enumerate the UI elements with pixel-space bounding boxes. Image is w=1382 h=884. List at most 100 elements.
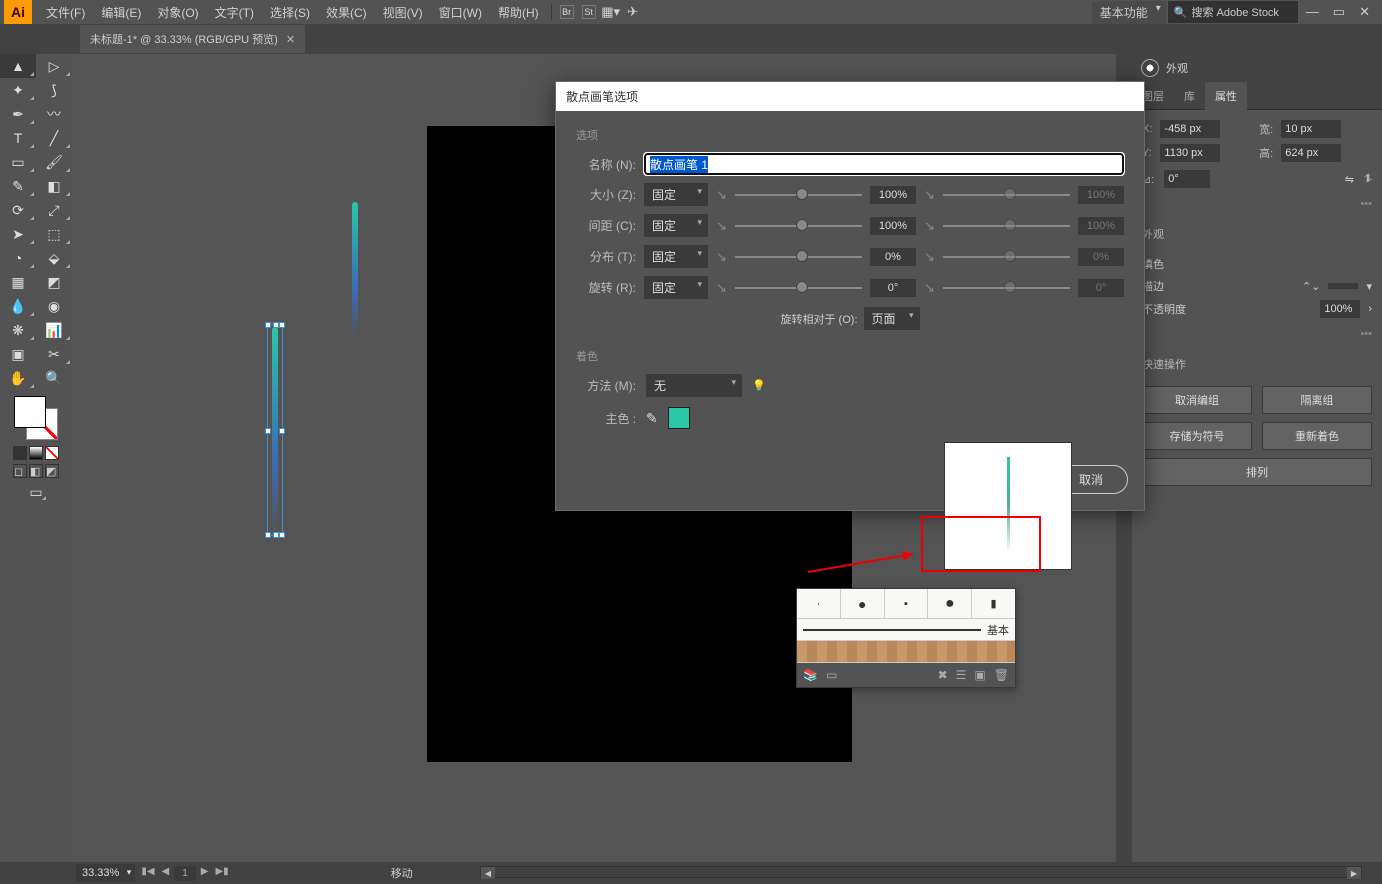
width-tool[interactable]: ➤ <box>0 222 36 246</box>
brush-library-menu-icon[interactable]: ▭ <box>826 668 837 682</box>
menu-object[interactable]: 对象(O) <box>149 1 206 24</box>
type-tool[interactable]: T <box>0 126 36 150</box>
method-dropdown[interactable]: 无 <box>646 374 742 397</box>
y-input[interactable]: 1130 px <box>1160 144 1220 162</box>
rotate-relative-dropdown[interactable]: 页面 <box>864 307 920 330</box>
stock-icon[interactable]: St <box>578 3 600 21</box>
artboard-number[interactable]: 1 <box>174 866 196 881</box>
gradient-mode-icon[interactable] <box>29 446 43 460</box>
isolate-button[interactable]: 隔离组 <box>1262 386 1372 414</box>
draw-normal-icon[interactable]: ◻ <box>13 464 27 478</box>
opacity-input[interactable]: 100% <box>1320 300 1360 318</box>
scroll-left-button[interactable]: ◀ <box>481 867 495 879</box>
document-tab[interactable]: 未标题-1* @ 33.33% (RGB/GPU 预览) ✕ <box>80 25 305 53</box>
graph-tool[interactable]: 📊 <box>36 318 72 342</box>
rotation-value-input[interactable]: 0° <box>870 279 916 297</box>
horizontal-scrollbar[interactable]: ◀ ▶ <box>480 866 1362 880</box>
fill-stroke-swatch[interactable] <box>12 394 60 442</box>
recolor-button[interactable]: 重新着色 <box>1262 422 1372 450</box>
line-tool[interactable]: ╱ <box>36 126 72 150</box>
size-mode-dropdown[interactable]: 固定 <box>644 183 708 206</box>
workspace-dropdown[interactable]: 基本功能 <box>1092 1 1166 24</box>
draw-behind-icon[interactable]: ◧ <box>29 464 43 478</box>
blend-tool[interactable]: ◉ <box>36 294 72 318</box>
prev-artboard-icon[interactable]: ◀ <box>160 866 172 881</box>
color-mode-icon[interactable] <box>13 446 27 460</box>
spacing-slider[interactable] <box>796 219 808 231</box>
spacing-value-input[interactable]: 100% <box>870 217 916 235</box>
ungroup-button[interactable]: 取消编组 <box>1142 386 1252 414</box>
brush-name-input[interactable] <box>644 153 1124 175</box>
more-options-icon-2[interactable]: ••• <box>1142 328 1372 340</box>
rotate-tool[interactable]: ⟳ <box>0 198 36 222</box>
appearance-panel-header[interactable]: 外观 <box>1132 54 1382 82</box>
x-input[interactable]: -458 px <box>1160 120 1220 138</box>
zoom-dropdown[interactable]: 33.33% <box>76 864 135 882</box>
eyedropper-tool[interactable]: 💧 <box>0 294 36 318</box>
stroke-width-input[interactable] <box>1328 283 1358 289</box>
menu-window[interactable]: 窗口(W) <box>431 1 490 24</box>
free-transform-tool[interactable]: ⬚ <box>36 222 72 246</box>
zoom-tool[interactable]: 🔍 <box>36 366 72 390</box>
save-symbol-button[interactable]: 存储为符号 <box>1142 422 1252 450</box>
fill-swatch[interactable] <box>14 396 46 428</box>
minimize-button[interactable]: ― <box>1306 4 1319 20</box>
bridge-icon[interactable]: Br <box>556 3 578 21</box>
magic-wand-tool[interactable]: ✦ <box>0 78 36 102</box>
shaper-tool[interactable]: ✎ <box>0 174 36 198</box>
gpu-icon[interactable]: ✈ <box>622 3 644 21</box>
perspective-tool[interactable]: ⬙ <box>36 246 72 270</box>
close-tab-icon[interactable]: ✕ <box>286 33 295 46</box>
rotation-slider[interactable] <box>796 281 808 293</box>
size-value-input[interactable]: 100% <box>870 186 916 204</box>
scatter-slider[interactable] <box>796 250 808 262</box>
menu-effect[interactable]: 效果(C) <box>318 1 375 24</box>
lasso-tool[interactable]: ⟆ <box>36 78 72 102</box>
restore-button[interactable]: ▭ <box>1333 4 1345 20</box>
stroke-stepper[interactable]: ⌃⌄ <box>1302 280 1320 293</box>
eyedropper-icon[interactable]: ✎ <box>646 410 658 427</box>
delete-brush-icon[interactable]: 🗑 <box>994 668 1009 682</box>
search-stock-input[interactable]: 🔍搜索 Adobe Stock <box>1168 1 1298 23</box>
slice-tool[interactable]: ✂ <box>36 342 72 366</box>
arrange-button[interactable]: 排列 <box>1142 458 1372 486</box>
rotation-mode-dropdown[interactable]: 固定 <box>644 276 708 299</box>
stroke-dd-icon[interactable]: ▾ <box>1366 280 1372 293</box>
h-input[interactable]: 624 px <box>1281 144 1341 162</box>
angle-input[interactable]: 0° <box>1164 170 1210 188</box>
screen-mode-icon[interactable]: ▭ <box>24 482 48 502</box>
menu-edit[interactable]: 编辑(E) <box>93 1 149 24</box>
menu-type[interactable]: 文字(T) <box>207 1 262 24</box>
size-slider[interactable] <box>796 188 808 200</box>
draw-inside-icon[interactable]: ◩ <box>45 464 59 478</box>
none-mode-icon[interactable] <box>45 446 59 460</box>
scale-tool[interactable]: ⤢ <box>36 198 72 222</box>
artboard-tool[interactable]: ▣ <box>0 342 36 366</box>
tab-properties[interactable]: 属性 <box>1205 82 1247 110</box>
new-brush-icon[interactable]: ▣ <box>974 668 985 682</box>
symbol-spray-tool[interactable]: ❋ <box>0 318 36 342</box>
arrange-doc-icon[interactable]: ▦▾ <box>600 3 622 21</box>
scroll-right-button[interactable]: ▶ <box>1347 867 1361 879</box>
gradient-tool[interactable]: ◩ <box>36 270 72 294</box>
last-artboard-icon[interactable]: ▶▮ <box>213 866 230 881</box>
opacity-dd-icon[interactable]: › <box>1368 303 1372 315</box>
key-color-swatch[interactable] <box>668 407 690 429</box>
close-button[interactable]: ✕ <box>1359 4 1370 20</box>
tip-icon[interactable]: 💡 <box>752 379 766 392</box>
hand-tool[interactable]: ✋ <box>0 366 36 390</box>
more-options-icon[interactable]: ••• <box>1142 198 1372 210</box>
shape-builder-tool[interactable]: ◔ <box>0 246 36 270</box>
first-artboard-icon[interactable]: ▮◀ <box>139 866 156 881</box>
flip-v-icon[interactable]: ⥮ <box>1364 173 1372 186</box>
brush-basic-row[interactable]: 基本 <box>797 619 1015 641</box>
pen-tool[interactable]: ✒ <box>0 102 36 126</box>
mesh-tool[interactable]: ▦ <box>0 270 36 294</box>
rectangle-tool[interactable]: ▭ <box>0 150 36 174</box>
eraser-tool[interactable]: ◧ <box>36 174 72 198</box>
menu-help[interactable]: 帮助(H) <box>490 1 547 24</box>
flip-h-icon[interactable]: ⇋ <box>1345 173 1354 186</box>
menu-file[interactable]: 文件(F) <box>38 1 93 24</box>
paintbrush-tool[interactable]: 🖌 <box>36 150 72 174</box>
brush-libraries-icon[interactable]: 📚 <box>803 668 818 682</box>
